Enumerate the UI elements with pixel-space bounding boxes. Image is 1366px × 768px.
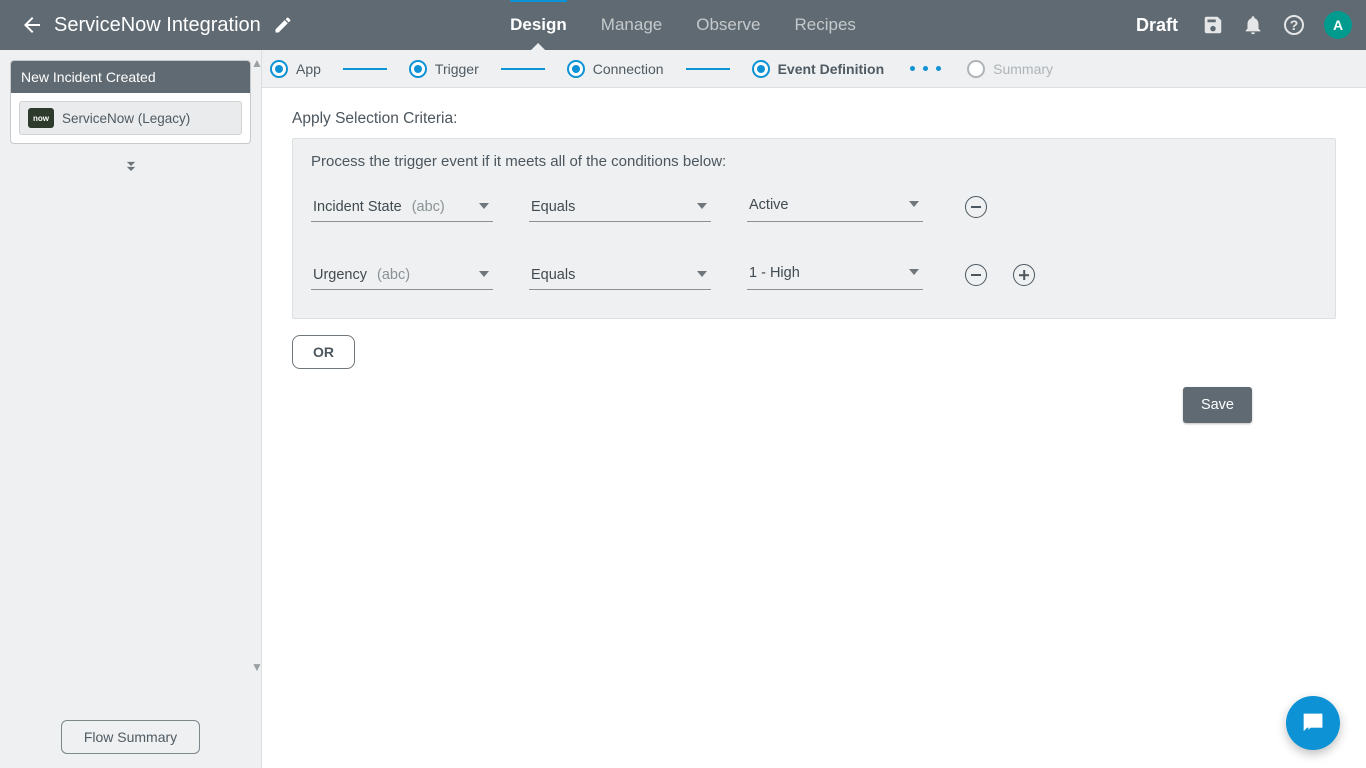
servicenow-logo-icon: now [28,108,54,128]
condition-value-select[interactable]: 1 - High [747,265,923,290]
criteria-intro: Process the trigger event if it meets al… [311,153,1317,170]
condition-value-select[interactable]: Active [747,197,923,222]
step-connection[interactable]: Connection [567,60,664,78]
condition-field-select[interactable]: Incident State (abc) [311,199,493,222]
radio-icon [270,60,288,78]
scroll-up-icon[interactable]: ▲ [251,56,261,70]
radio-icon [752,60,770,78]
condition-row: Incident State (abc) Equals Active [311,196,1317,222]
remove-condition-button[interactable] [965,264,987,286]
radio-icon [567,60,585,78]
sidebar: ▲ New Incident Created now ServiceNow (L… [0,50,262,768]
back-arrow-icon[interactable] [20,13,46,37]
add-condition-button[interactable] [1013,264,1035,286]
step-separator [686,68,730,70]
flow-card-title: New Incident Created [11,61,250,93]
criteria-panel: Apply Selection Criteria: Process the tr… [262,88,1366,443]
or-button[interactable]: OR [292,335,355,369]
step-event-definition[interactable]: Event Definition [752,60,885,78]
top-bar: ServiceNow Integration Design Manage Obs… [0,0,1366,50]
flow-summary-button[interactable]: Flow Summary [61,720,200,754]
step-separator-dots [910,66,941,71]
step-trigger[interactable]: Trigger [409,60,479,78]
bell-icon[interactable] [1242,14,1264,36]
flow-node-label: ServiceNow (Legacy) [62,111,190,126]
help-icon[interactable]: ? [1282,13,1306,37]
edit-icon[interactable] [273,15,293,35]
radio-icon [967,60,985,78]
nav-recipes[interactable]: Recipes [794,3,855,47]
wizard-stepper: App Trigger Connection Event Definition … [262,50,1366,88]
svg-text:?: ? [1290,17,1299,33]
condition-row: Urgency (abc) Equals 1 - High [311,264,1317,290]
content-area: App Trigger Connection Event Definition … [262,50,1366,768]
step-app[interactable]: App [270,60,321,78]
expand-flow-icon[interactable] [10,156,251,181]
top-nav: Design Manage Observe Recipes [510,3,856,47]
step-separator [501,68,545,70]
condition-field-select[interactable]: Urgency (abc) [311,267,493,290]
chat-widget[interactable] [1286,696,1340,750]
scroll-down-icon[interactable]: ▼ [251,660,261,674]
page-title: ServiceNow Integration [54,14,261,37]
condition-operator-select[interactable]: Equals [529,199,711,222]
nav-design[interactable]: Design [510,3,567,47]
main-area: ▲ New Incident Created now ServiceNow (L… [0,50,1366,768]
step-separator [343,68,387,70]
condition-operator-select[interactable]: Equals [529,267,711,290]
step-summary[interactable]: Summary [967,60,1053,78]
status-label: Draft [1136,15,1178,36]
top-right-cluster: Draft ? A [1136,11,1352,39]
criteria-box: Process the trigger event if it meets al… [292,138,1336,319]
flow-card: New Incident Created now ServiceNow (Leg… [10,60,251,144]
save-button[interactable]: Save [1183,387,1252,423]
criteria-heading: Apply Selection Criteria: [292,110,1336,128]
nav-observe[interactable]: Observe [696,3,760,47]
avatar[interactable]: A [1324,11,1352,39]
save-icon[interactable] [1202,14,1224,36]
remove-condition-button[interactable] [965,196,987,218]
flow-node-servicenow[interactable]: now ServiceNow (Legacy) [19,101,242,135]
nav-manage[interactable]: Manage [601,3,662,47]
radio-icon [409,60,427,78]
